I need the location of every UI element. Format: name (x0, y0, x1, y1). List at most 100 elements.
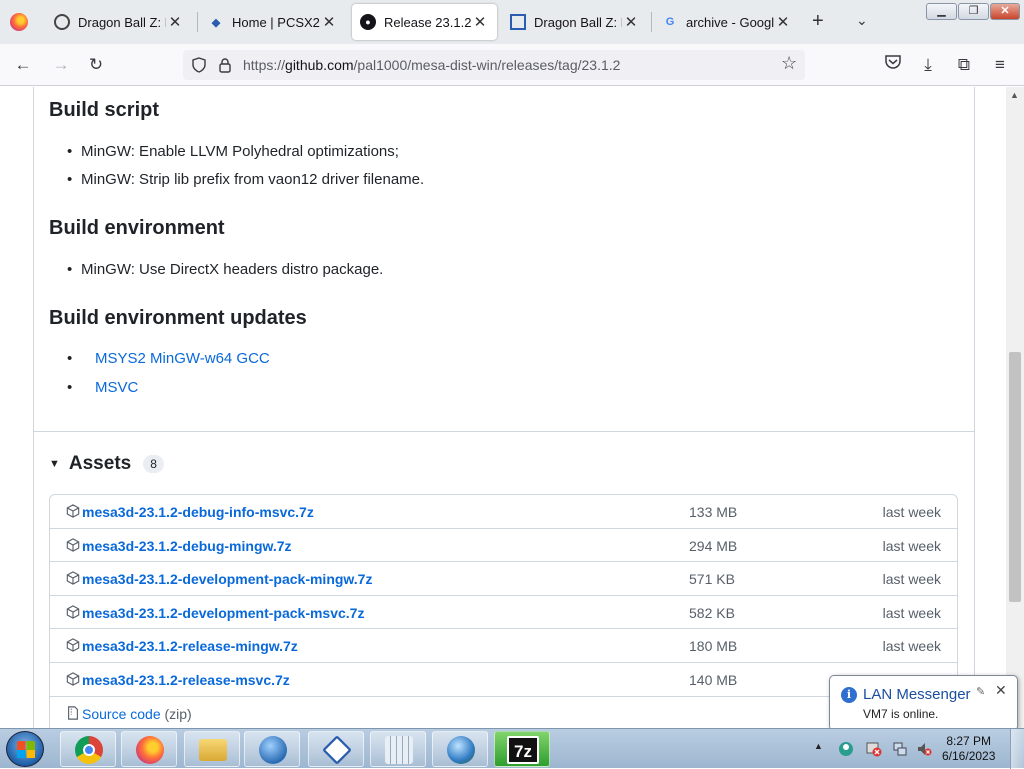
system-clock[interactable]: 8:27 PM 6/16/2023 (942, 734, 995, 764)
close-tab-icon[interactable]: ✕ (622, 13, 640, 31)
globe-icon (447, 736, 475, 764)
lock-icon[interactable] (218, 57, 232, 73)
url-host: github.com (285, 57, 354, 73)
tab-separator (651, 12, 652, 32)
tab-release-github[interactable]: ● Release 23.1.2 · pa ✕ (352, 4, 497, 40)
folder-icon (199, 739, 227, 761)
asset-size: 140 MB (689, 671, 738, 688)
taskbar-7zip[interactable]: 7z (494, 731, 550, 767)
assets-toggle[interactable]: ▼ Assets 8 (49, 453, 164, 475)
tab-title: Release 23.1.2 · pa (384, 14, 471, 30)
asset-link[interactable]: mesa3d-23.1.2-development-pack-msvc.7z (82, 605, 364, 621)
package-icon (66, 537, 80, 552)
build-environment-heading: Build environment (49, 217, 225, 239)
scroll-thumb[interactable] (1009, 352, 1021, 602)
downloads-icon[interactable]: ⤓ (917, 54, 939, 76)
tab-strip: Dragon Ball Z: Bu ✕ ◆ Home | PCSX2 ✕ ● R… (0, 0, 1024, 44)
close-tab-icon[interactable]: ✕ (471, 13, 489, 31)
tab-title: Dragon Ball Z: Bu (534, 14, 622, 30)
taskbar-network-tool[interactable] (244, 731, 300, 767)
network-status-icon[interactable] (892, 741, 908, 757)
firefox-menu-icon[interactable] (10, 13, 28, 31)
taskbar-firefox[interactable] (121, 731, 177, 767)
notification-message: VM7 is online. (863, 707, 939, 721)
asset-size: 180 MB (689, 638, 738, 655)
asset-size: 133 MB (689, 504, 738, 520)
package-icon (66, 638, 80, 653)
close-tab-icon[interactable]: ✕ (166, 13, 184, 31)
clock-time: 8:27 PM (946, 734, 992, 748)
asset-link[interactable]: mesa3d-23.1.2-debug-mingw.7z (82, 538, 292, 554)
asset-date: last week (882, 604, 941, 621)
tab-title: archive - Google S (686, 14, 774, 30)
close-tab-icon[interactable]: ✕ (774, 13, 792, 31)
asset-link[interactable]: mesa3d-23.1.2-debug-info-msvc.7z (82, 504, 314, 520)
caret-down-icon: ▼ (49, 458, 60, 470)
restore-window-icon[interactable]: ❐ (958, 3, 989, 20)
lan-messenger-notification[interactable]: i LAN Messenger VM7 is online. ✎ ✕ (829, 675, 1018, 745)
table-row: Source code (zip) (50, 697, 957, 728)
tab-google[interactable]: G archive - Google S ✕ (654, 4, 800, 40)
back-arrow-icon[interactable]: ← (12, 54, 34, 76)
close-notification-icon[interactable]: ✕ (995, 682, 1007, 699)
taskbar-calculator-tool[interactable] (370, 731, 426, 767)
tab-pcsx2[interactable]: ◆ Home | PCSX2 ✕ (200, 4, 346, 40)
bookmark-star-icon[interactable]: ☆ (781, 53, 797, 74)
new-tab-icon[interactable]: + (812, 10, 824, 33)
msvc-link[interactable]: MSVC (95, 379, 138, 396)
url-text[interactable]: https://github.com/pal1000/mesa-dist-win… (243, 57, 620, 73)
file-zip-icon (66, 705, 80, 720)
package-icon (66, 672, 80, 686)
table-row: mesa3d-23.1.2-development-pack-mingw.7z 5… (50, 562, 957, 596)
dragonball-favicon-icon (54, 14, 70, 30)
info-icon: i (841, 687, 857, 703)
scroll-up-icon[interactable]: ▲ (1010, 90, 1019, 100)
asset-size: 571 KB (689, 571, 735, 588)
volume-muted-icon[interactable] (916, 741, 932, 757)
forward-arrow-icon[interactable]: → (50, 54, 72, 76)
package-icon (66, 571, 80, 585)
navigation-toolbar: ← → ↻ https://github.com/pal1000/mesa-di… (0, 44, 1024, 86)
tracking-protection-shield-icon[interactable] (191, 57, 207, 73)
asset-link[interactable]: mesa3d-23.1.2-release-mingw.7z (82, 638, 298, 654)
taskbar: 7z ▲ 8:27 PM 6/16/2023 (0, 728, 1024, 769)
dragonball-favicon-icon (510, 14, 526, 30)
table-row: mesa3d-23.1.2-release-mingw.7z 180 MB last… (50, 629, 957, 663)
asset-link[interactable]: mesa3d-23.1.2-development-pack-mingw.7z (82, 571, 372, 587)
lan-messenger-tray-icon[interactable] (838, 741, 854, 757)
address-bar[interactable]: https://github.com/pal1000/mesa-dist-win… (183, 50, 805, 80)
reload-icon[interactable]: ↻ (85, 54, 107, 76)
assets-title: Assets (68, 453, 132, 474)
close-window-icon[interactable]: ✕ (990, 3, 1020, 20)
build-environment-updates-heading: Build environment updates (49, 307, 307, 329)
taskbar-chrome[interactable] (60, 731, 116, 767)
pin-icon[interactable]: ✎ (976, 685, 985, 698)
taskbar-pcsx2[interactable] (308, 731, 364, 767)
chrome-icon (75, 736, 103, 764)
table-row: mesa3d-23.1.2-development-pack-msvc.7z 58… (50, 596, 957, 630)
assets-list: mesa3d-23.1.2-debug-info-msvc.7z 133 MB la… (49, 494, 958, 728)
show-desktop-button[interactable] (1010, 729, 1024, 769)
pocket-icon[interactable] (882, 54, 904, 76)
asset-date: last week (882, 504, 941, 520)
tab-dragonball-2[interactable]: Dragon Ball Z: Bu ✕ (502, 4, 648, 40)
url-path: /pal1000/mesa-dist-win/releases/tag/23.1… (353, 57, 621, 73)
app-menu-icon[interactable]: ≡ (989, 54, 1011, 76)
show-hidden-icons[interactable]: ▲ (814, 741, 823, 751)
page-scrollbar[interactable]: ▲ (1006, 87, 1024, 728)
taskbar-internet-tool[interactable] (432, 731, 488, 767)
page-content: Build script MinGW: Enable LLVM Polyhedr… (0, 87, 1006, 728)
start-button[interactable] (6, 731, 44, 767)
extensions-icon[interactable]: ⧉ (953, 54, 975, 76)
list-all-tabs-icon[interactable]: ⌄ (856, 12, 868, 29)
close-tab-icon[interactable]: ✕ (320, 13, 338, 31)
tab-dragonball-1[interactable]: Dragon Ball Z: Bu ✕ (46, 4, 192, 40)
minimize-window-icon[interactable]: ▁ (926, 3, 957, 20)
taskbar-file-explorer[interactable] (184, 731, 240, 767)
asset-link[interactable]: mesa3d-23.1.2-release-msvc.7z (82, 672, 290, 688)
source-code-zip-link[interactable]: Source code (zip) (82, 706, 192, 722)
tab-title: Home | PCSX2 (232, 14, 320, 30)
tab-separator (197, 12, 198, 32)
msys2-link[interactable]: MSYS2 MinGW-w64 GCC (95, 350, 270, 367)
security-alert-icon[interactable] (866, 741, 882, 757)
